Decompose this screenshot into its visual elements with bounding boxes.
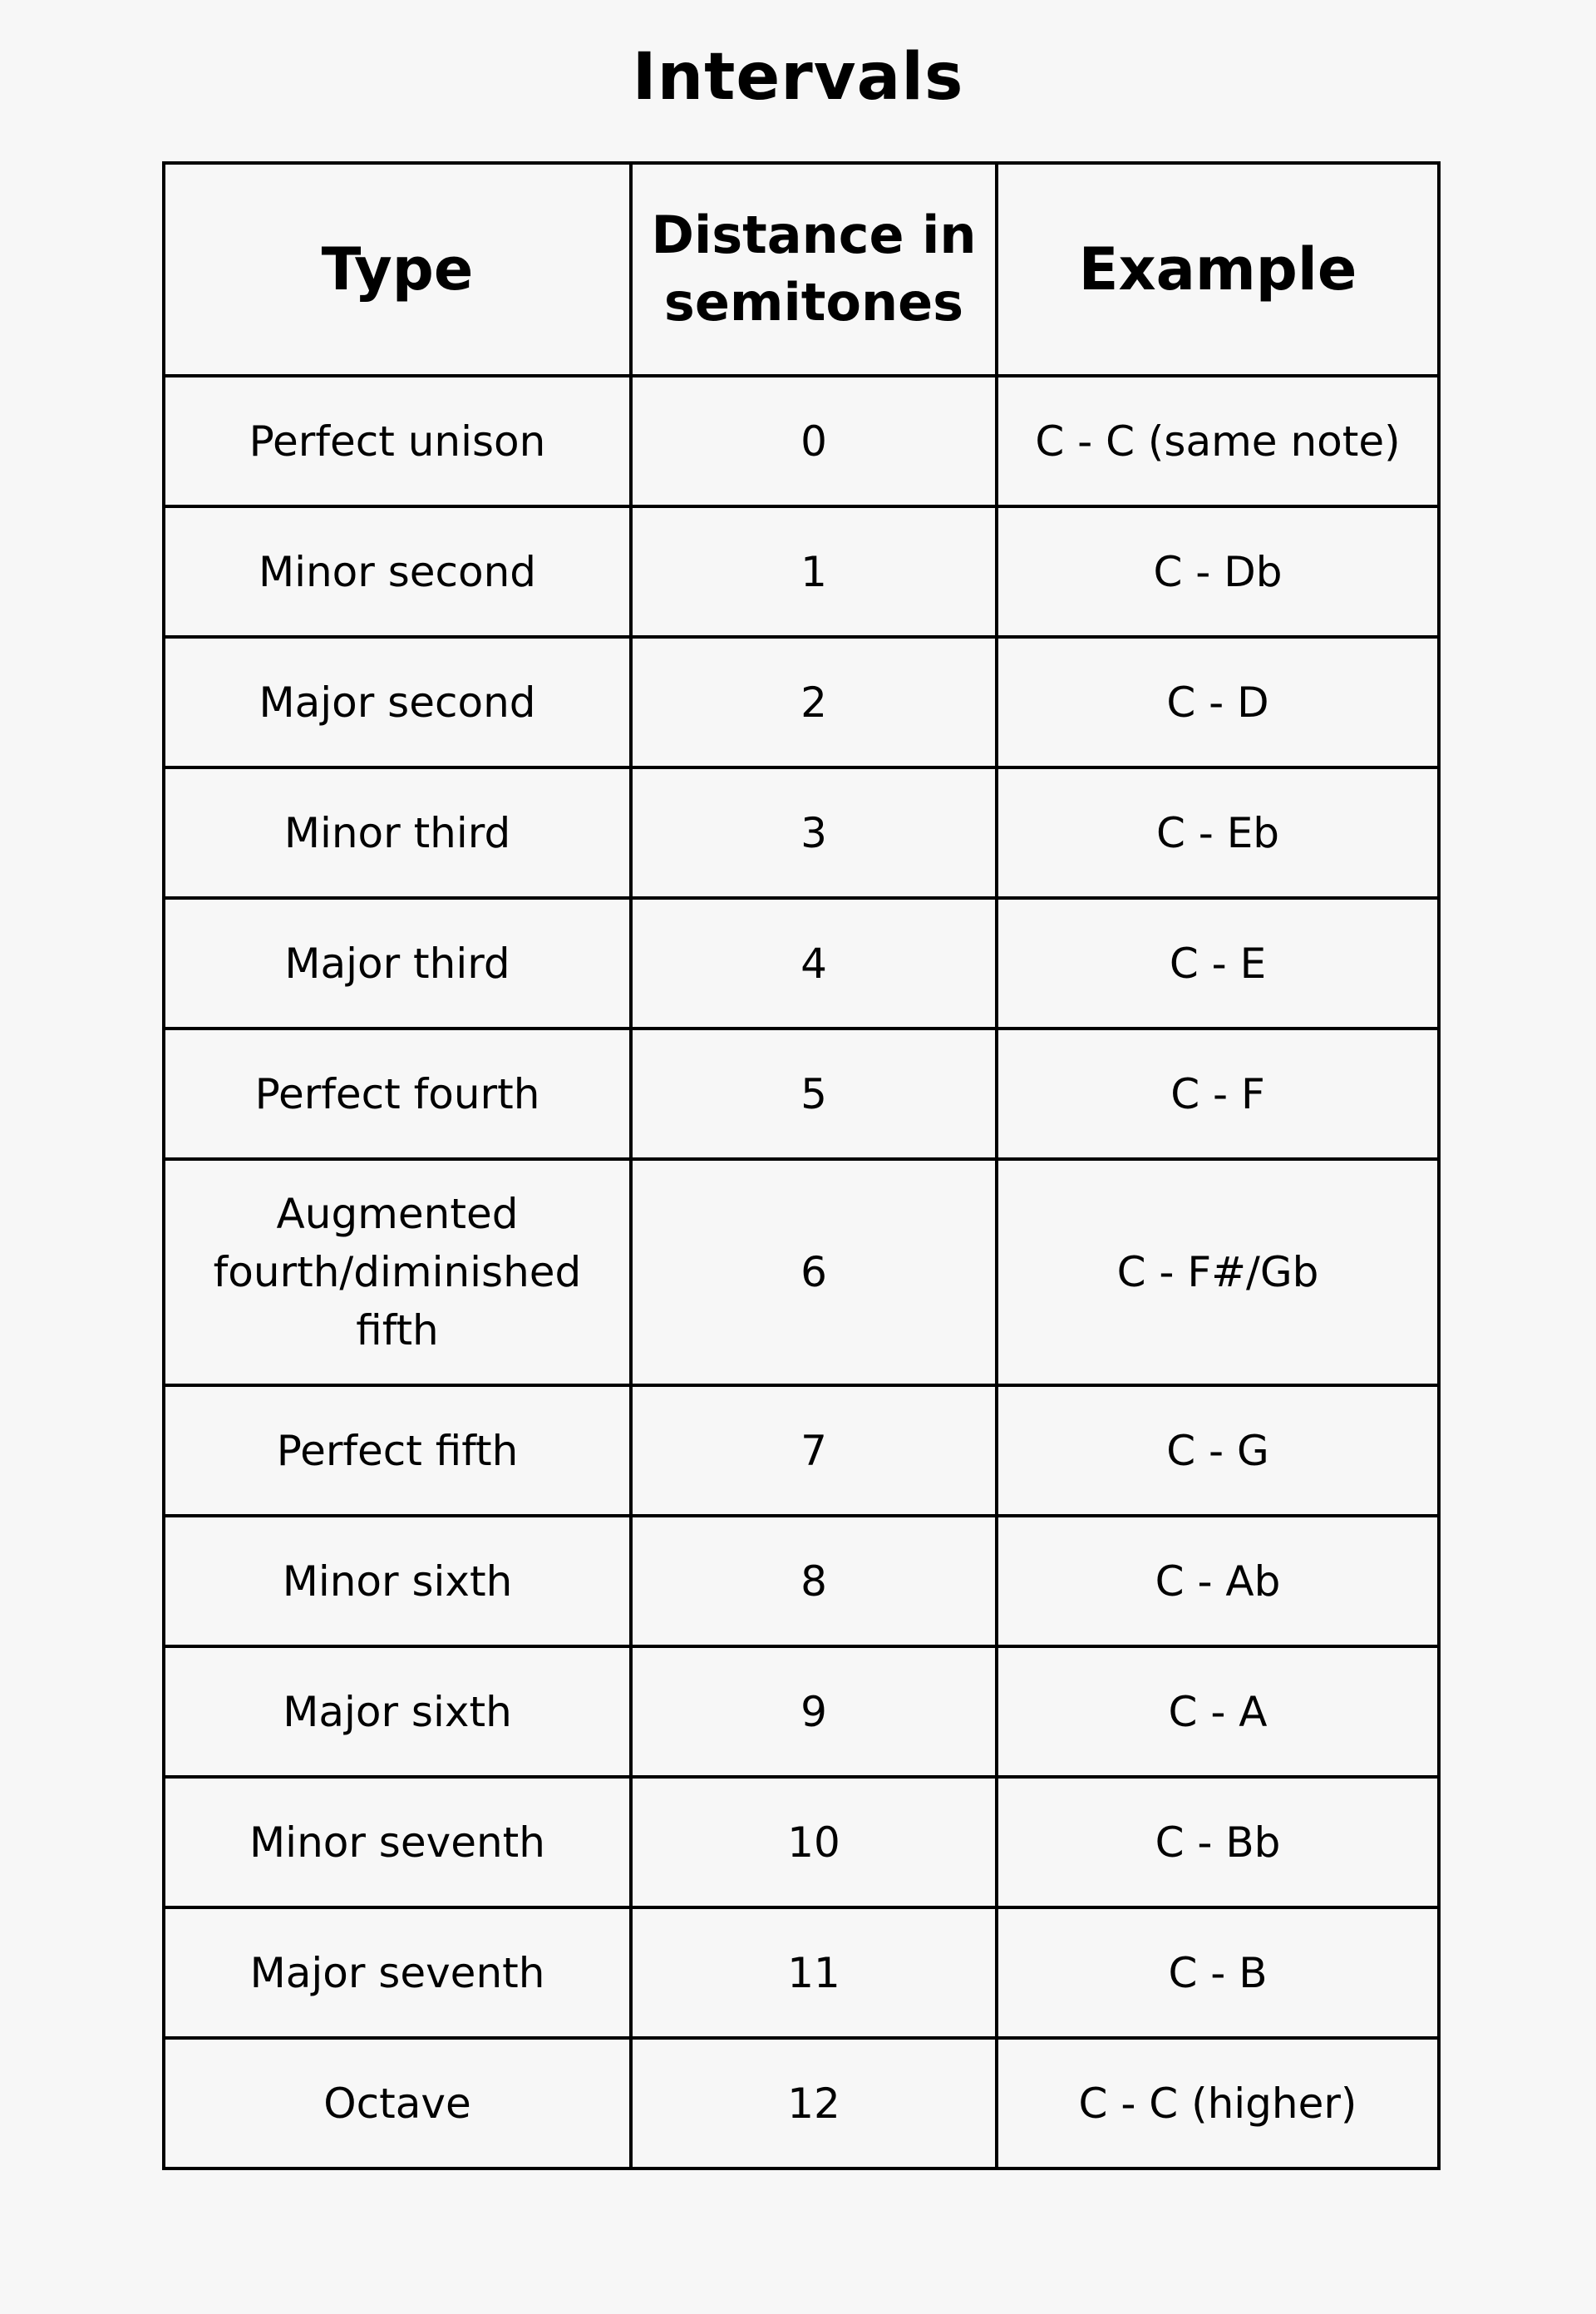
table-row: Major third 4 C - E [162,896,1441,1030]
header-distance: Distance in semitones [629,161,998,377]
table-row: Octave 12 C - C (higher) [162,2036,1441,2170]
cell-type: Perfect fourth [162,1027,633,1161]
cell-type: Major sixth [162,1645,633,1779]
cell-type: Augmented fourth/diminished fifth [162,1157,633,1387]
cell-type: Perfect unison [162,374,633,508]
table-row: Major sixth 9 C - A [162,1645,1441,1779]
cell-type: Minor seventh [162,1775,633,1909]
cell-example: C - F [995,1027,1441,1161]
header-type: Type [162,161,633,377]
cell-type: Major third [162,896,633,1030]
cell-example: C - Eb [995,766,1441,900]
cell-semitones: 3 [629,766,998,900]
cell-semitones: 12 [629,2036,998,2170]
cell-type: Major seventh [162,1906,633,2040]
cell-example: C - D [995,635,1441,769]
table-row: Minor seventh 10 C - Bb [162,1775,1441,1909]
cell-example: C - B [995,1906,1441,2040]
cell-semitones: 10 [629,1775,998,1909]
cell-type: Major second [162,635,633,769]
table-row: Minor second 1 C - Db [162,505,1441,639]
cell-example: C - Ab [995,1514,1441,1648]
cell-example: C - C (higher) [995,2036,1441,2170]
cell-type: Octave [162,2036,633,2170]
cell-example: C - C (same note) [995,374,1441,508]
cell-semitones: 5 [629,1027,998,1161]
cell-type: Perfect fifth [162,1384,633,1517]
cell-type: Minor second [162,505,633,639]
cell-example: C - F#/Gb [995,1157,1441,1387]
cell-semitones: 11 [629,1906,998,2040]
table-row: Major second 2 C - D [162,635,1441,769]
cell-example: C - A [995,1645,1441,1779]
header-example: Example [995,161,1441,377]
table-row: Minor third 3 C - Eb [162,766,1441,900]
cell-semitones: 0 [629,374,998,508]
cell-semitones: 8 [629,1514,998,1648]
table-row: Perfect fourth 5 C - F [162,1027,1441,1161]
cell-example: C - E [995,896,1441,1030]
page-title: Intervals [632,40,964,115]
cell-semitones: 9 [629,1645,998,1779]
cell-semitones: 2 [629,635,998,769]
cell-example: C - Db [995,505,1441,639]
cell-semitones: 6 [629,1157,998,1387]
table-row: Perfect unison 0 C - C (same note) [162,374,1441,508]
table-row: Major seventh 11 C - B [162,1906,1441,2040]
cell-type: Minor third [162,766,633,900]
cell-semitones: 7 [629,1384,998,1517]
table-row: Augmented fourth/diminished fifth 6 C - F#… [162,1157,1441,1387]
header-row: Type Distance in semitones Example [162,161,1441,377]
cell-example: C - G [995,1384,1441,1517]
cell-semitones: 1 [629,505,998,639]
cell-semitones: 4 [629,896,998,1030]
intervals-table: Type Distance in semitones Example Perfe… [162,161,1441,2170]
table-row: Perfect fifth 7 C - G [162,1384,1441,1517]
cell-example: C - Bb [995,1775,1441,1909]
table-row: Minor sixth 8 C - Ab [162,1514,1441,1648]
cell-type: Minor sixth [162,1514,633,1648]
